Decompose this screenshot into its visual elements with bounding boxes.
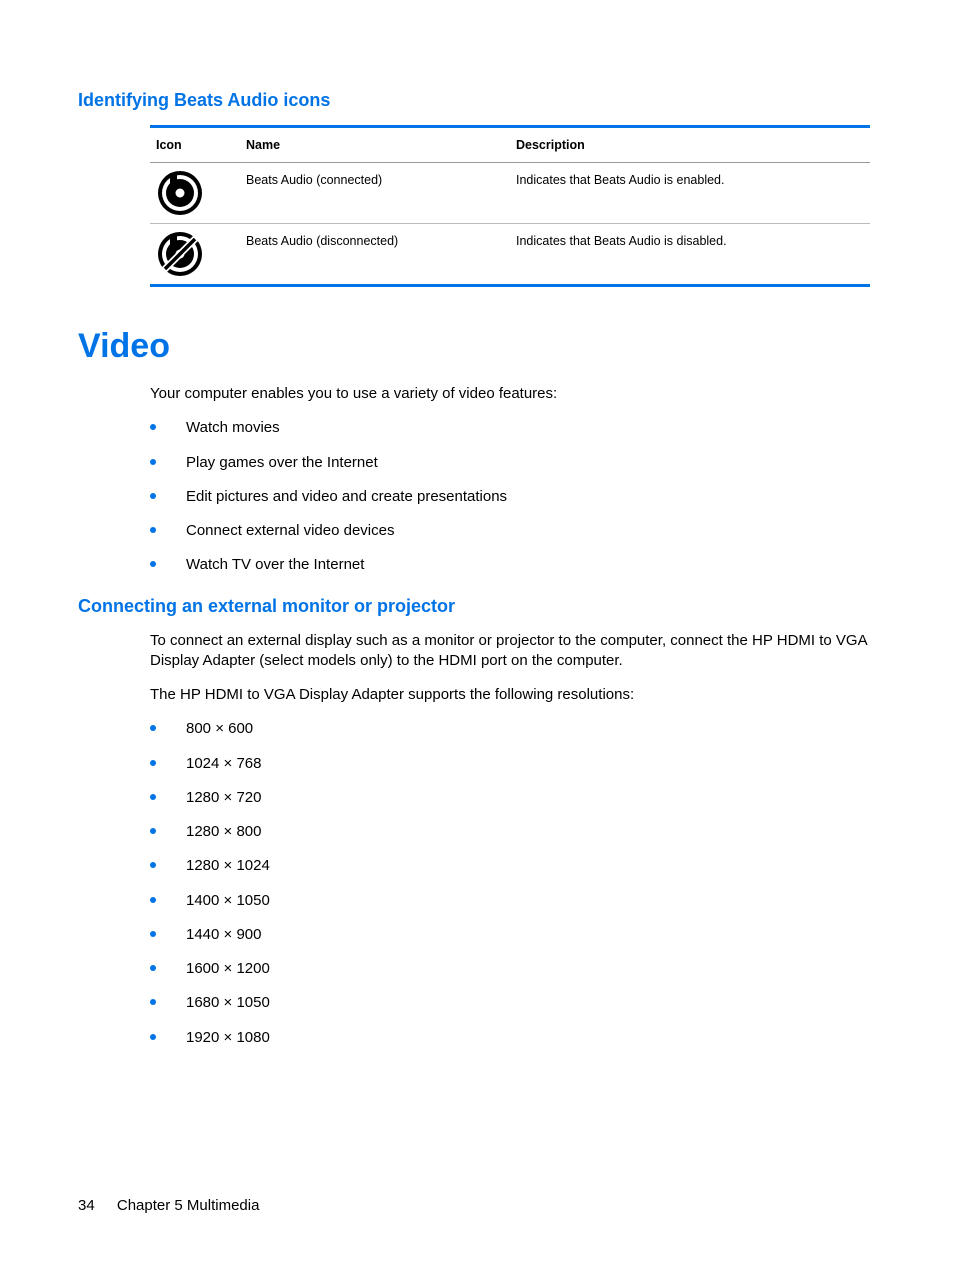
cell-description: Indicates that Beats Audio is disabled. (510, 224, 870, 286)
heading-video: Video (78, 327, 876, 366)
table-row: Beats Audio (connected) Indicates that B… (150, 163, 870, 224)
heading-external-monitor: Connecting an external monitor or projec… (78, 596, 876, 617)
page-footer: 34 Chapter 5 Multimedia (78, 1197, 259, 1214)
list-item: 1024 × 768 (150, 754, 876, 774)
list-item: 1280 × 1024 (150, 856, 876, 876)
heading-beats-icons: Identifying Beats Audio icons (78, 90, 876, 111)
ext-monitor-para1: To connect an external display such as a… (150, 631, 876, 672)
icons-table: Icon Name Description Beats Audio (conne… (150, 125, 870, 287)
list-item: Watch TV over the Internet (150, 555, 876, 575)
list-item: Play games over the Internet (150, 453, 876, 473)
beats-disconnected-icon (156, 230, 234, 278)
list-item: 800 × 600 (150, 719, 876, 739)
ext-monitor-para2: The HP HDMI to VGA Display Adapter suppo… (150, 685, 876, 705)
video-features-list: Watch movies Play games over the Interne… (150, 418, 876, 575)
list-item: 1680 × 1050 (150, 993, 876, 1013)
list-item: Edit pictures and video and create prese… (150, 487, 876, 507)
list-item: 1280 × 800 (150, 822, 876, 842)
th-name: Name (240, 127, 510, 163)
cell-name: Beats Audio (connected) (240, 163, 510, 224)
cell-description: Indicates that Beats Audio is enabled. (510, 163, 870, 224)
video-intro: Your computer enables you to use a varie… (150, 384, 876, 404)
page-number: 34 (78, 1197, 95, 1214)
th-icon: Icon (150, 127, 240, 163)
list-item: 1920 × 1080 (150, 1028, 876, 1048)
table-row: Beats Audio (disconnected) Indicates tha… (150, 224, 870, 286)
list-item: Connect external video devices (150, 521, 876, 541)
chapter-label: Chapter 5 Multimedia (117, 1197, 260, 1214)
beats-connected-icon (156, 169, 234, 217)
list-item: 1600 × 1200 (150, 959, 876, 979)
cell-name: Beats Audio (disconnected) (240, 224, 510, 286)
list-item: 1440 × 900 (150, 925, 876, 945)
list-item: Watch movies (150, 418, 876, 438)
th-description: Description (510, 127, 870, 163)
list-item: 1400 × 1050 (150, 891, 876, 911)
list-item: 1280 × 720 (150, 788, 876, 808)
resolutions-list: 800 × 600 1024 × 768 1280 × 720 1280 × 8… (150, 719, 876, 1048)
